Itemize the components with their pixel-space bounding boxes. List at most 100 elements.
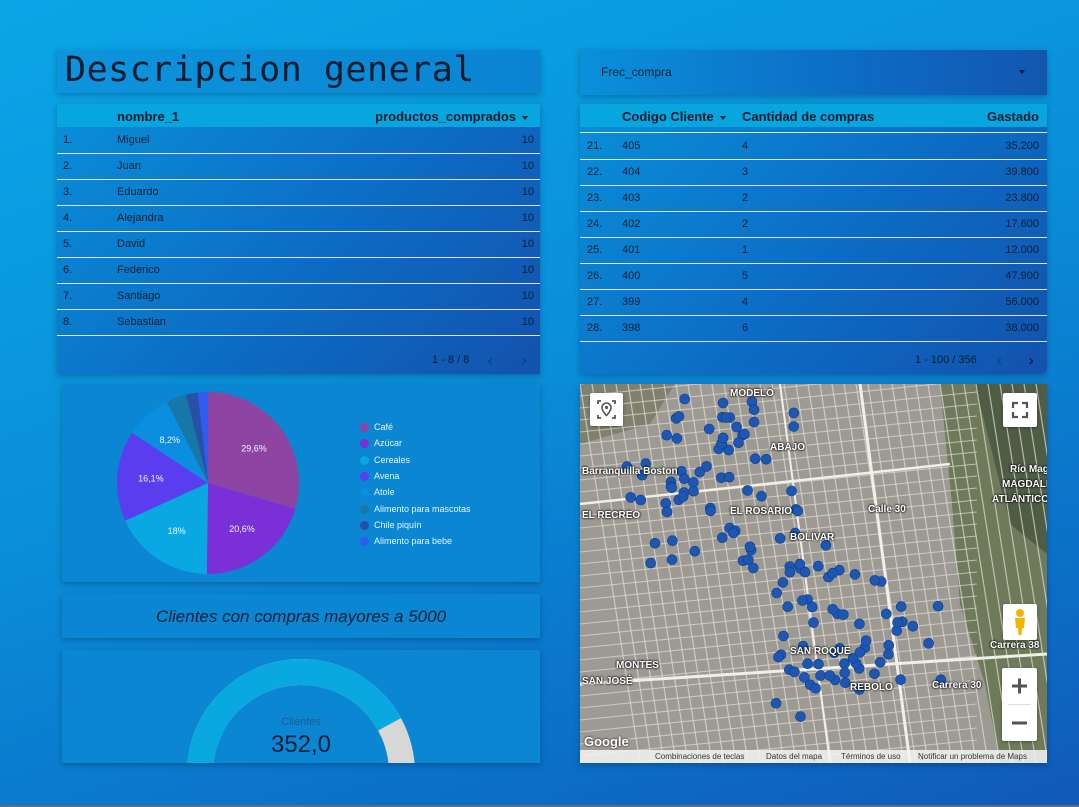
table-row[interactable]: 5. David 10 <box>57 231 540 258</box>
map-marker[interactable] <box>813 658 824 670</box>
map-marker[interactable] <box>883 648 894 660</box>
chevron-left-icon[interactable]: ‹ <box>996 353 1002 369</box>
table-row[interactable]: 28. 398 6 38.000 <box>580 315 1047 342</box>
map-marker[interactable] <box>789 666 800 678</box>
table-row[interactable]: 25. 401 1 12.000 <box>580 237 1047 264</box>
column-header-gastado[interactable]: Gastado <box>987 109 1039 124</box>
map-marker[interactable] <box>932 601 944 612</box>
map-marker[interactable] <box>688 485 699 497</box>
map-marker[interactable] <box>788 407 800 419</box>
table-row[interactable]: 6. Federico 10 <box>57 257 540 284</box>
map-marker[interactable] <box>671 433 683 444</box>
map-marker[interactable] <box>661 429 672 441</box>
location-pin-icon[interactable] <box>590 393 623 426</box>
map-marker[interactable] <box>854 618 865 630</box>
map-marker[interactable] <box>748 404 760 416</box>
map-marker[interactable] <box>827 567 839 579</box>
table-row[interactable]: 27. 399 4 56.000 <box>580 289 1047 316</box>
map-marker[interactable] <box>786 485 797 497</box>
table-row[interactable]: 1. Miguel 10 <box>57 127 540 154</box>
map-marker[interactable] <box>792 505 803 517</box>
map-marker[interactable] <box>773 651 784 663</box>
map-marker[interactable] <box>666 554 678 565</box>
map-marker[interactable] <box>784 566 796 578</box>
plus-icon[interactable] <box>1002 668 1037 704</box>
map-marker[interactable] <box>723 471 735 483</box>
map-marker[interactable] <box>678 473 690 484</box>
column-header-cantidad[interactable]: Cantidad de compras <box>742 109 874 124</box>
map-marker[interactable] <box>907 621 919 632</box>
frec-compra-dropdown[interactable]: Frec_compra <box>580 50 1047 95</box>
table-row[interactable]: 7. Santiago 10 <box>57 283 540 310</box>
map-marker[interactable] <box>892 617 903 628</box>
map-marker[interactable] <box>679 393 690 405</box>
map-marker[interactable] <box>840 677 851 689</box>
table-row[interactable]: 26. 400 5 47.900 <box>580 263 1047 290</box>
map-marker[interactable] <box>661 506 673 518</box>
map-marker[interactable] <box>748 416 760 428</box>
map-marker[interactable] <box>677 491 689 502</box>
chevron-right-icon[interactable]: › <box>1028 353 1034 369</box>
map-marker[interactable] <box>705 505 716 517</box>
column-header-nombre[interactable]: nombre_1 <box>117 109 179 124</box>
map-footer-shortcuts[interactable]: Combinaciones de teclas <box>655 752 744 761</box>
map-marker[interactable] <box>649 538 661 549</box>
table-row[interactable]: 24. 402 2 17.600 <box>580 211 1047 238</box>
map-marker[interactable] <box>869 668 880 680</box>
map-marker[interactable] <box>824 670 836 681</box>
map-marker[interactable] <box>839 667 851 679</box>
map-footer-terms[interactable]: Términos de uso <box>841 752 901 761</box>
map-marker[interactable] <box>744 541 756 553</box>
map-footer-report[interactable]: Notificar un problema de Maps <box>918 752 1027 761</box>
map-marker[interactable] <box>802 658 813 670</box>
map-marker[interactable] <box>689 545 701 557</box>
map-marker[interactable] <box>739 428 750 440</box>
map-marker[interactable] <box>728 527 739 539</box>
map-marker[interactable] <box>733 437 744 449</box>
table-row[interactable]: 22. 404 3 39.800 <box>580 159 1047 186</box>
map-marker[interactable] <box>760 454 772 465</box>
map-marker[interactable] <box>731 421 742 433</box>
map-marker[interactable] <box>854 647 866 658</box>
map-marker[interactable] <box>688 477 699 488</box>
table-row[interactable]: 2. Juan 10 <box>57 153 540 180</box>
map-marker[interactable] <box>806 601 818 613</box>
map-marker[interactable] <box>720 412 732 423</box>
map[interactable]: MODELO EL ROSARIO BOLIVAR EL RECREO MONTES SA… <box>580 384 1047 763</box>
chevron-right-icon[interactable]: › <box>521 353 527 369</box>
map-marker[interactable] <box>666 482 677 493</box>
map-marker[interactable] <box>645 557 656 569</box>
minus-icon[interactable] <box>1002 705 1037 741</box>
table-row[interactable]: 23. 403 2 23.800 <box>580 185 1047 212</box>
map-marker[interactable] <box>895 601 907 612</box>
map-marker[interactable] <box>923 638 934 649</box>
map-marker[interactable] <box>860 635 872 647</box>
table-row[interactable]: 21. 405 4 35.200 <box>580 133 1047 160</box>
map-marker[interactable] <box>635 494 647 506</box>
map-marker[interactable] <box>797 595 808 606</box>
column-header-codigo[interactable]: Codigo Cliente <box>622 109 726 124</box>
map-marker[interactable] <box>774 533 786 544</box>
map-marker[interactable] <box>838 609 849 620</box>
map-marker[interactable] <box>795 711 806 722</box>
map-marker[interactable] <box>827 604 838 615</box>
map-marker[interactable] <box>625 492 637 503</box>
table-row[interactable]: 8. Sebastian 10 <box>57 309 540 336</box>
map-marker[interactable] <box>717 532 728 543</box>
map-marker[interactable] <box>717 432 729 444</box>
map-marker[interactable] <box>778 630 789 642</box>
table-row[interactable]: 3. Eduardo 10 <box>57 179 540 206</box>
fullscreen-icon[interactable] <box>1003 393 1037 427</box>
map-marker[interactable] <box>839 658 850 670</box>
map-footer-data[interactable]: Datos del mapa <box>766 752 822 761</box>
map-marker[interactable] <box>799 566 811 578</box>
map-marker[interactable] <box>849 569 861 580</box>
table-row[interactable]: 4. Alejandra 10 <box>57 205 540 232</box>
map-marker[interactable] <box>808 617 819 628</box>
map-marker[interactable] <box>742 485 753 496</box>
map-marker[interactable] <box>812 560 824 572</box>
chevron-left-icon[interactable]: ‹ <box>487 353 493 369</box>
map-marker[interactable] <box>810 682 821 694</box>
map-marker[interactable] <box>771 587 782 599</box>
map-canvas[interactable] <box>580 384 1047 763</box>
